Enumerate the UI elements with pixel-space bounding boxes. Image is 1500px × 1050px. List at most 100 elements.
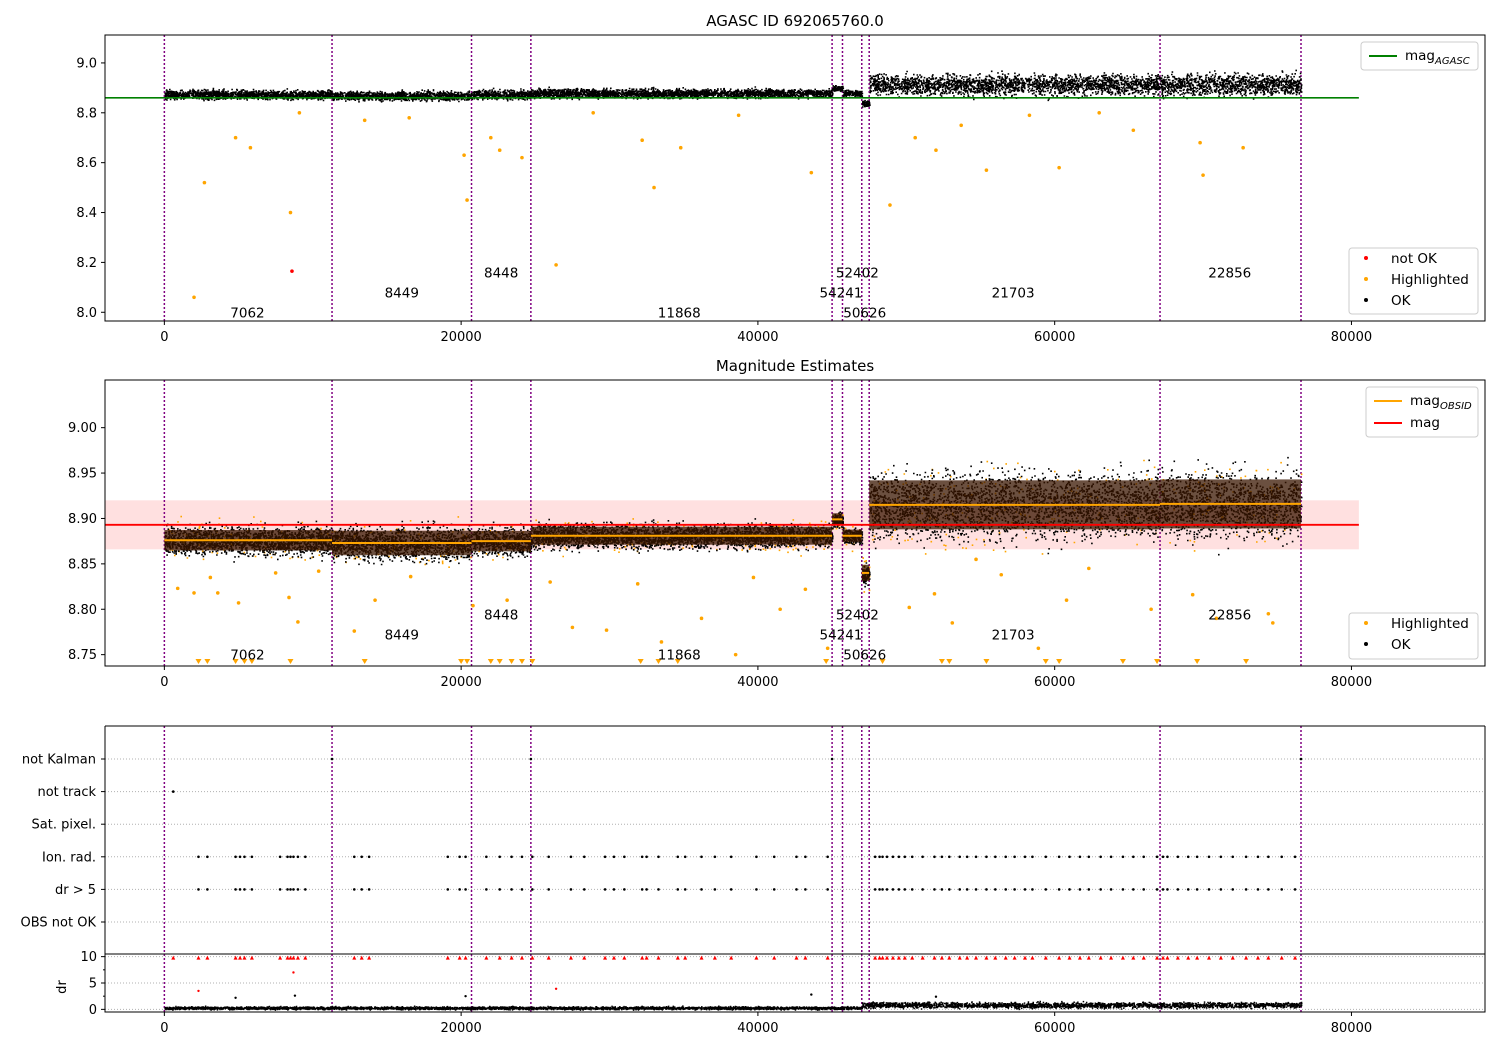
flag-point xyxy=(603,888,607,891)
flag-point xyxy=(933,855,936,859)
clipped-marker xyxy=(946,659,953,664)
plot-area xyxy=(105,35,1359,321)
highlighted-point xyxy=(825,646,830,651)
highlighted-point xyxy=(362,118,367,123)
x-tick-label: 20000 xyxy=(440,675,481,690)
highlighted-point xyxy=(1241,145,1245,150)
flag-point xyxy=(1142,855,1146,859)
highlighted-point xyxy=(733,652,738,657)
dr-clipped-marker xyxy=(205,955,210,960)
flag-point xyxy=(547,855,550,859)
flag-point xyxy=(367,888,371,891)
x-tick-label: 0 xyxy=(160,330,168,345)
flag-point xyxy=(367,855,371,859)
flag-point xyxy=(891,855,895,859)
flag-point xyxy=(485,888,488,891)
flag-point xyxy=(569,855,573,859)
obsid-label: 8449 xyxy=(385,285,419,301)
y-axis-label: dr xyxy=(55,980,70,994)
flag-point xyxy=(197,888,200,891)
x-tick-label: 20000 xyxy=(440,330,481,345)
flag-point xyxy=(612,888,616,891)
flag-point xyxy=(657,888,660,891)
highlighted-point xyxy=(999,572,1004,577)
flag-point xyxy=(1044,855,1048,859)
flag-point xyxy=(296,855,300,859)
flag-point xyxy=(965,855,969,859)
ok-points xyxy=(164,69,1303,108)
highlighted-point xyxy=(288,210,293,215)
flag-point xyxy=(289,855,292,859)
x-tick-label: 80000 xyxy=(1331,1021,1372,1036)
flag-point xyxy=(206,888,209,891)
clipped-marker xyxy=(487,659,494,664)
flag-point xyxy=(683,855,687,859)
flag-point xyxy=(885,855,889,859)
x-tick-label: 0 xyxy=(160,1021,168,1036)
flag-point xyxy=(238,855,242,859)
flag-point xyxy=(640,855,644,859)
flag-point xyxy=(940,855,944,859)
y-tick-label: 0 xyxy=(89,1003,97,1018)
flag-point xyxy=(873,855,877,859)
flag-point xyxy=(1293,888,1297,891)
flag-point xyxy=(330,757,334,761)
flag-point xyxy=(352,855,356,859)
x-tick-label: 40000 xyxy=(737,675,778,690)
flag-point xyxy=(498,888,502,891)
highlighted-point xyxy=(1198,140,1202,145)
highlighted-point xyxy=(202,180,207,185)
flag-point xyxy=(529,757,533,761)
flag-point xyxy=(994,855,997,859)
flag-point xyxy=(1231,888,1235,891)
highlighted-point xyxy=(1036,646,1041,651)
flag-point xyxy=(464,855,467,859)
dr-clipped-marker xyxy=(367,955,372,960)
dr-clipped-marker xyxy=(546,955,551,960)
dr-clipped-marker xyxy=(772,955,777,960)
obsid-label: 22856 xyxy=(1208,265,1251,281)
clipped-marker xyxy=(1154,659,1161,664)
flag-point xyxy=(286,855,289,859)
x-tick-label: 0 xyxy=(160,675,168,690)
flag-point xyxy=(1044,888,1048,891)
flag-point xyxy=(1099,855,1102,859)
flag-point xyxy=(1166,855,1169,859)
flag-point xyxy=(234,888,237,891)
flag-point xyxy=(292,888,295,891)
dr-clipped-marker xyxy=(880,955,885,960)
dr-clipped-marker xyxy=(1120,955,1125,960)
dr-clipped-marker xyxy=(1012,955,1017,960)
highlighted-point xyxy=(974,557,978,562)
flag-point xyxy=(1057,888,1061,891)
flag-label: Sat. pixel. xyxy=(32,818,96,833)
dr-outlier xyxy=(810,993,813,996)
legend-marker xyxy=(1364,277,1368,281)
flag-point xyxy=(700,888,703,891)
clipped-marker xyxy=(464,659,471,664)
dr-outlier xyxy=(554,987,558,990)
panel-title: AGASC ID 692065760.0 xyxy=(706,12,884,30)
x-tick-label: 60000 xyxy=(1034,675,1075,690)
flag-point xyxy=(243,888,246,891)
legend-subscript: OBSID xyxy=(1440,401,1472,412)
x-tick-label: 40000 xyxy=(737,330,778,345)
flag-point xyxy=(1132,888,1135,891)
flag-point xyxy=(948,855,951,859)
obsid-label: 52402 xyxy=(836,608,879,624)
legend-label: not OK xyxy=(1391,251,1438,267)
flag-point xyxy=(243,855,246,859)
flag-point xyxy=(1267,855,1270,859)
flag-point xyxy=(910,888,914,891)
flag-point xyxy=(1219,855,1223,859)
flag-point xyxy=(1195,888,1199,891)
flag-point xyxy=(510,855,513,859)
flag-point xyxy=(1121,855,1125,859)
dr-clipped-marker xyxy=(974,955,979,960)
flag-point xyxy=(623,855,626,859)
flag-point xyxy=(1219,888,1223,891)
flag-point xyxy=(958,855,962,859)
flag-point xyxy=(676,888,680,891)
flag-point xyxy=(683,888,687,891)
flag-point xyxy=(1155,888,1159,891)
